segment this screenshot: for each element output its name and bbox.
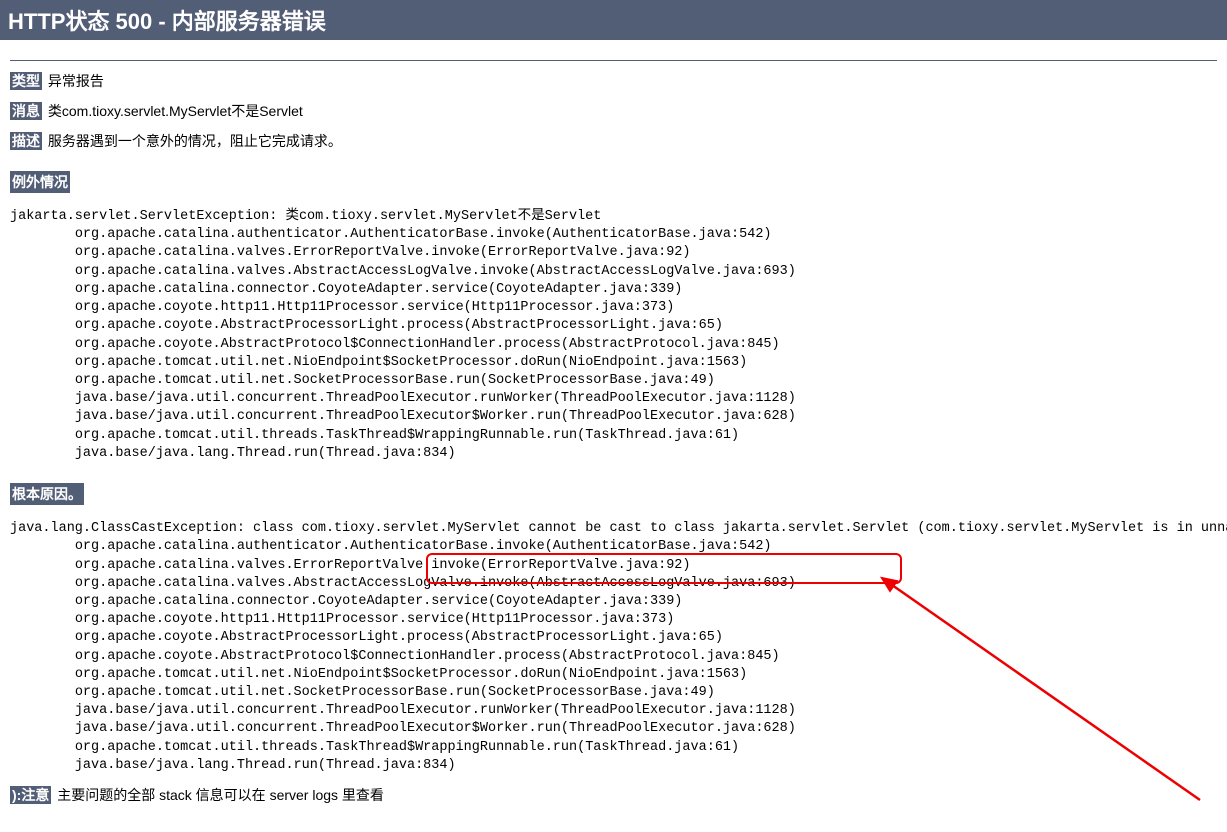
message-label: 消息 [10, 102, 42, 120]
exception-heading: 例外情况 [10, 171, 70, 193]
note-row: ):注意 主要问题的全部 stack 信息可以在 server logs 里查看 [10, 785, 1217, 805]
type-value: 异常报告 [48, 73, 104, 89]
page-title: HTTP状态 500 - 内部服务器错误 [0, 0, 1227, 40]
type-row: 类型 异常报告 [10, 71, 1217, 91]
root-cause-stack-trace: java.lang.ClassCastException: class com.… [10, 520, 1217, 775]
message-value: 类com.tioxy.servlet.MyServlet不是Servlet [48, 103, 303, 119]
message-row: 消息 类com.tioxy.servlet.MyServlet不是Servlet [10, 101, 1217, 121]
exception-stack-trace: jakarta.servlet.ServletException: 类com.t… [10, 208, 1217, 463]
note-value: 主要问题的全部 stack 信息可以在 server logs 里查看 [57, 787, 384, 803]
divider [10, 60, 1217, 61]
root-cause-heading: 根本原因。 [10, 483, 84, 505]
note-label: ):注意 [10, 786, 51, 804]
description-value: 服务器遇到一个意外的情况，阻止它完成请求。 [48, 133, 342, 149]
description-label: 描述 [10, 132, 42, 150]
type-label: 类型 [10, 72, 42, 90]
description-row: 描述 服务器遇到一个意外的情况，阻止它完成请求。 [10, 131, 1217, 151]
